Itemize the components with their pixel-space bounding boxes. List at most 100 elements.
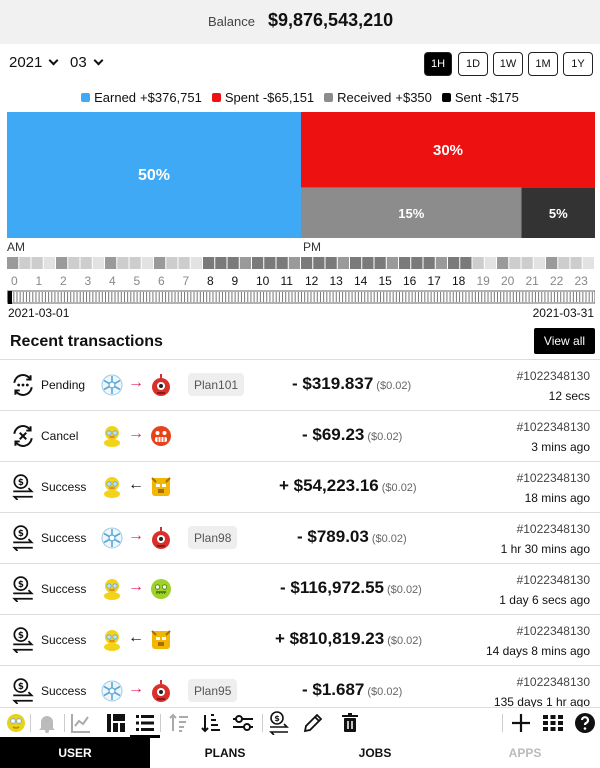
alien-avatar[interactable]: [149, 577, 173, 601]
range-button-1y[interactable]: 1Y: [563, 52, 593, 76]
plan-tag[interactable]: Plan95: [188, 679, 238, 702]
hour-cell[interactable]: [374, 257, 386, 269]
hour-cell[interactable]: [325, 257, 337, 269]
hour-cell[interactable]: [190, 257, 202, 269]
hour-cell[interactable]: [203, 257, 215, 269]
hour-cell[interactable]: [19, 257, 31, 269]
hour-cell[interactable]: [570, 257, 582, 269]
hour-cell[interactable]: [92, 257, 104, 269]
hour-cell[interactable]: [350, 257, 362, 269]
transaction-id[interactable]: #1022348130: [517, 624, 590, 638]
hour-cell[interactable]: [472, 257, 484, 269]
duck-avatar[interactable]: [100, 577, 124, 601]
filter-sliders-icon[interactable]: [231, 711, 255, 735]
hour-cell[interactable]: [68, 257, 80, 269]
hour-cell[interactable]: [399, 257, 411, 269]
hour-cell[interactable]: [166, 257, 178, 269]
date-range-handle[interactable]: [8, 291, 12, 304]
legend-item-received[interactable]: Received +$350: [324, 90, 432, 105]
hour-cell[interactable]: [435, 257, 447, 269]
transaction-id[interactable]: #1022348130: [517, 573, 590, 587]
robot-avatar[interactable]: [149, 373, 173, 397]
help-icon[interactable]: [573, 711, 597, 735]
range-button-1h[interactable]: 1H: [424, 52, 452, 76]
duck-avatar[interactable]: [100, 628, 124, 652]
transaction-row[interactable]: $ Success → Plan95 - $1.687 ($0.02) #102234813…: [0, 666, 600, 707]
range-button-1w[interactable]: 1W: [493, 52, 523, 76]
tab-apps[interactable]: APPS: [450, 737, 600, 768]
tiger-avatar[interactable]: [149, 475, 173, 499]
transaction-row[interactable]: $ Success → - $116,972.55 ($0.02) #1022348130…: [0, 564, 600, 615]
hour-cell[interactable]: [141, 257, 153, 269]
sort-ascending-icon[interactable]: [167, 711, 191, 735]
hour-cell[interactable]: [154, 257, 166, 269]
transfer-money-icon[interactable]: $: [267, 711, 291, 736]
hour-cell[interactable]: [43, 257, 55, 269]
snowflake-avatar[interactable]: [100, 679, 124, 703]
trash-icon[interactable]: [338, 711, 362, 735]
transaction-id[interactable]: #1022348130: [517, 369, 590, 383]
transaction-row[interactable]: Cancel → - $69.23 ($0.02) #1022348130 3 mins …: [0, 411, 600, 462]
range-button-1m[interactable]: 1M: [528, 52, 558, 76]
hour-cell[interactable]: [411, 257, 423, 269]
robot-avatar[interactable]: [149, 526, 173, 550]
hour-cell[interactable]: [252, 257, 264, 269]
grid-icon[interactable]: [541, 711, 565, 735]
transaction-row[interactable]: Pending → Plan101 - $319.837 ($0.02) #1022348…: [0, 360, 600, 411]
treemap-icon[interactable]: [104, 711, 128, 735]
hour-cell[interactable]: [105, 257, 117, 269]
hour-cell[interactable]: [423, 257, 435, 269]
pencil-icon[interactable]: [301, 711, 325, 735]
hour-cell[interactable]: [80, 257, 92, 269]
tiger-avatar[interactable]: [149, 628, 173, 652]
user-avatar-icon[interactable]: [4, 711, 28, 735]
view-all-button[interactable]: View all: [534, 328, 595, 354]
hour-cell[interactable]: [448, 257, 460, 269]
transaction-id[interactable]: #1022348130: [517, 471, 590, 485]
hour-cell[interactable]: [460, 257, 472, 269]
hour-cell[interactable]: [362, 257, 374, 269]
transaction-list[interactable]: Pending → Plan101- $319.837 ($0.02) #1022348…: [0, 359, 600, 707]
hour-cell[interactable]: [313, 257, 325, 269]
hour-cell[interactable]: [7, 257, 19, 269]
hour-cell[interactable]: [533, 257, 545, 269]
robot-avatar[interactable]: [149, 679, 173, 703]
line-chart-icon[interactable]: [69, 711, 93, 735]
hour-cell[interactable]: [484, 257, 496, 269]
hour-cell[interactable]: [56, 257, 68, 269]
hour-cell[interactable]: [509, 257, 521, 269]
list-icon[interactable]: [133, 711, 157, 735]
hour-cell[interactable]: [558, 257, 570, 269]
hour-cell[interactable]: [288, 257, 300, 269]
transaction-id[interactable]: #1022348130: [517, 522, 590, 536]
transaction-row[interactable]: $ Success ← + $54,223.16 ($0.02) #1022348130 1…: [0, 462, 600, 513]
hour-cell[interactable]: [227, 257, 239, 269]
year-select[interactable]: 2021: [9, 54, 59, 71]
bell-icon[interactable]: [35, 711, 59, 735]
hour-cell[interactable]: [521, 257, 533, 269]
grin-avatar[interactable]: [149, 424, 173, 448]
snowflake-avatar[interactable]: [100, 526, 124, 550]
duck-avatar[interactable]: [100, 424, 124, 448]
hour-cell[interactable]: [546, 257, 558, 269]
transaction-row[interactable]: $ Success → Plan98 - $789.03 ($0.02) #10223481…: [0, 513, 600, 564]
range-button-1d[interactable]: 1D: [458, 52, 488, 76]
plan-tag[interactable]: Plan101: [188, 373, 245, 396]
plus-icon[interactable]: [509, 711, 533, 735]
tab-user[interactable]: USER: [0, 737, 150, 768]
plan-tag[interactable]: Plan98: [188, 526, 238, 549]
hour-cell[interactable]: [264, 257, 276, 269]
tab-plans[interactable]: PLANS: [150, 737, 300, 768]
hour-cell[interactable]: [582, 257, 594, 269]
hour-cell[interactable]: [386, 257, 398, 269]
transaction-row[interactable]: $ Success ← + $810,819.23 ($0.02) #1022348130…: [0, 615, 600, 666]
hour-cell[interactable]: [301, 257, 313, 269]
tab-jobs[interactable]: JOBS: [300, 737, 450, 768]
duck-avatar[interactable]: [100, 475, 124, 499]
hour-cell[interactable]: [178, 257, 190, 269]
hour-heat-bar[interactable]: AM PM0 1 2 3 4 5 6 7 8 9 10 11 12 13 14 15 16 17 18 19 20 21 22…: [7, 241, 595, 289]
hour-cell[interactable]: [276, 257, 288, 269]
hour-cell[interactable]: [31, 257, 43, 269]
legend-item-spent[interactable]: Spent -$65,151: [211, 90, 314, 105]
sort-descending-icon[interactable]: [199, 711, 223, 735]
